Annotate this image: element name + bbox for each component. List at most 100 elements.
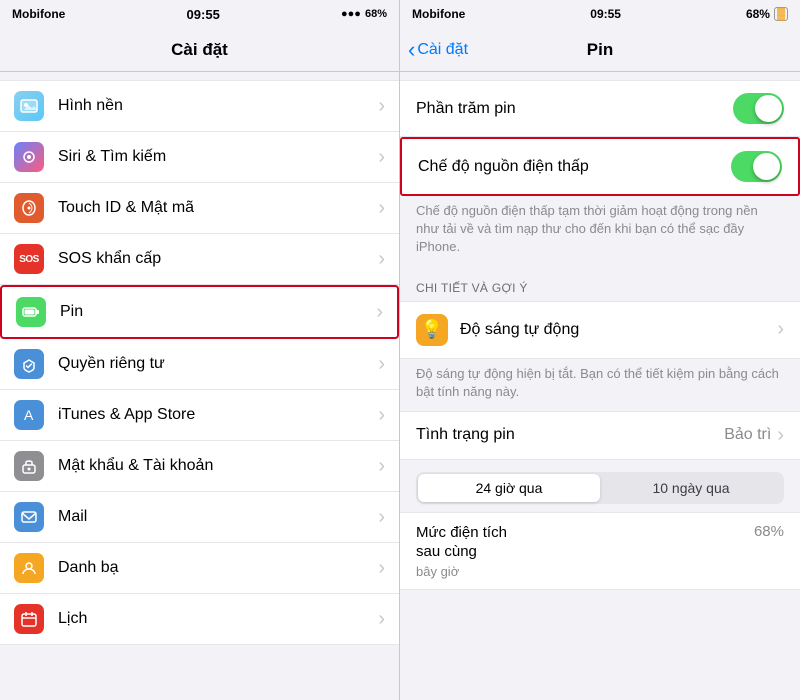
mucdientich-line2: sau cùng [416, 542, 507, 562]
icon-calendar [14, 604, 44, 634]
nav-bar-right: ‹ Cài đặt Pin [400, 28, 800, 72]
icon-touchid [14, 193, 44, 223]
right-nav-title: Pin [587, 40, 613, 60]
battery-percent-left: 68% [365, 8, 387, 20]
chevron-tinhtrang: › [777, 424, 784, 447]
brightness-description: Độ sáng tự động hiện bị tắt. Bạn có thể … [400, 359, 800, 411]
item-chedonguon[interactable]: Chế độ nguồn điện thấp [402, 139, 798, 194]
time-right: 09:55 [590, 7, 621, 21]
status-right-left: ●●● 68% [341, 8, 387, 20]
chevron-calendar [378, 608, 385, 631]
label-calendar: Lịch [58, 610, 378, 628]
label-siri: Siri & Tìm kiếm [58, 148, 378, 166]
icon-sos: SOS [14, 244, 44, 274]
toggle-phantrampin[interactable] [733, 93, 784, 124]
settings-item-calendar[interactable]: Lịch [0, 594, 399, 645]
icon-mail [14, 502, 44, 532]
back-label: Cài đặt [417, 41, 468, 59]
nav-bar-left: Cài đặt [0, 28, 399, 72]
time-left: 09:55 [187, 7, 220, 22]
settings-item-password[interactable]: Mật khẩu & Tài khoản [0, 441, 399, 492]
mucdientich-header: Mức điện tích sau cùng bây giờ 68% [416, 523, 784, 579]
nav-title-left: Cài đặt [171, 40, 228, 60]
battery-icon-right: ▓ [774, 7, 788, 21]
icon-battery [16, 297, 46, 327]
right-content: Phần trăm pin Chế độ nguồn điện thấp Chế… [400, 72, 800, 700]
label-phantrampin: Phần trăm pin [416, 100, 733, 118]
mucdientich-line1: Mức điện tích [416, 523, 507, 543]
settings-item-siri[interactable]: Siri & Tìm kiếm [0, 132, 399, 183]
label-chedonguon: Chế độ nguồn điện thấp [418, 158, 731, 176]
label-contacts: Danh bạ [58, 559, 378, 577]
tab-24h[interactable]: 24 giờ qua [418, 474, 600, 502]
icon-wallpaper [14, 91, 44, 121]
status-icons-right: 68% ▓ [746, 7, 788, 21]
settings-item-contacts[interactable]: Danh bạ [0, 543, 399, 594]
item-brightness[interactable]: 💡 Độ sáng tự động [400, 301, 800, 359]
battery-percent-right: 68% [746, 7, 770, 21]
detail-section-title: CHI TIẾT VÀ GỢI Ý [400, 267, 800, 301]
label-password: Mật khẩu & Tài khoản [58, 457, 378, 475]
back-chevron-icon: ‹ [408, 39, 415, 61]
status-bar-right: Mobifone 09:55 68% ▓ [400, 0, 800, 28]
signal-icon: ●●● [341, 8, 361, 20]
icon-privacy [14, 349, 44, 379]
back-button[interactable]: ‹ Cài đặt [408, 39, 468, 61]
icon-itunes: A [14, 400, 44, 430]
settings-list: Hình nền Siri & Tìm kiếm Touch ID & Mật mã… [0, 72, 399, 700]
chevron-password [378, 455, 385, 478]
chevron-battery [376, 301, 383, 324]
label-tinhtrang: Tình trạng pin [416, 426, 724, 444]
toggle-knob-chedonguon [753, 153, 780, 180]
status-bar-left: Mobifone 09:55 ●●● 68% [0, 0, 399, 28]
label-wallpaper: Hình nền [58, 97, 378, 115]
carrier-left: Mobifone [12, 7, 65, 21]
chevron-wallpaper [378, 95, 385, 118]
settings-item-battery[interactable]: Pin [0, 285, 399, 339]
label-touchid: Touch ID & Mật mã [58, 199, 378, 217]
label-mail: Mail [58, 508, 378, 526]
chevron-privacy [378, 353, 385, 376]
brightness-icon: 💡 [416, 314, 448, 346]
time-tabs: 24 giờ qua 10 ngày qua [416, 472, 784, 504]
mucdientich-value: 68% [754, 523, 784, 540]
left-panel: Mobifone 09:55 ●●● 68% Cài đặt Hình nền S… [0, 0, 400, 700]
highlighted-section: Chế độ nguồn điện thấp [400, 137, 800, 196]
right-panel: Mobifone 09:55 68% ▓ ‹ Cài đặt Pin Phần … [400, 0, 800, 700]
chevron-brightness [777, 318, 784, 341]
icon-siri [14, 142, 44, 172]
toggle-chedonguon[interactable] [731, 151, 782, 182]
settings-item-privacy[interactable]: Quyền riêng tư [0, 339, 399, 390]
chevron-itunes [378, 404, 385, 427]
chevron-siri [378, 146, 385, 169]
label-privacy: Quyền riêng tư [58, 355, 378, 373]
label-brightness: Độ sáng tự động [460, 321, 777, 339]
item-phantrampin[interactable]: Phần trăm pin [400, 80, 800, 137]
description-text: Chế độ nguồn điện thấp tạm thời giảm hoạ… [400, 196, 800, 267]
section-phantrampin: Phần trăm pin [400, 80, 800, 137]
label-sos: SOS khẩn cấp [58, 250, 378, 268]
chevron-contacts [378, 557, 385, 580]
settings-item-sos[interactable]: SOS SOS khẩn cấp [0, 234, 399, 285]
section-mucdientich: Mức điện tích sau cùng bây giờ 68% [400, 512, 800, 590]
toggle-knob-phantrampin [755, 95, 782, 122]
icon-contacts [14, 553, 44, 583]
chevron-sos [378, 248, 385, 271]
mucdientich-sub: bây giờ [416, 564, 507, 579]
settings-item-mail[interactable]: Mail [0, 492, 399, 543]
chevron-mail [378, 506, 385, 529]
settings-section-main: Hình nền Siri & Tìm kiếm Touch ID & Mật mã… [0, 80, 399, 645]
settings-item-itunes[interactable]: AiTunes & App Store [0, 390, 399, 441]
chevron-touchid [378, 197, 385, 220]
settings-item-wallpaper[interactable]: Hình nền [0, 80, 399, 132]
carrier-right: Mobifone [412, 7, 465, 21]
value-tinhtrang: Bảo trì [724, 426, 771, 444]
icon-password [14, 451, 44, 481]
mucdientich-title: Mức điện tích sau cùng bây giờ [416, 523, 507, 579]
settings-item-touchid[interactable]: Touch ID & Mật mã [0, 183, 399, 234]
label-itunes: iTunes & App Store [58, 406, 378, 424]
label-battery: Pin [60, 303, 376, 321]
svg-text:A: A [24, 407, 34, 423]
tab-10days[interactable]: 10 ngày qua [600, 474, 782, 502]
item-tinhtrang[interactable]: Tình trạng pin Bảo trì › [400, 411, 800, 460]
